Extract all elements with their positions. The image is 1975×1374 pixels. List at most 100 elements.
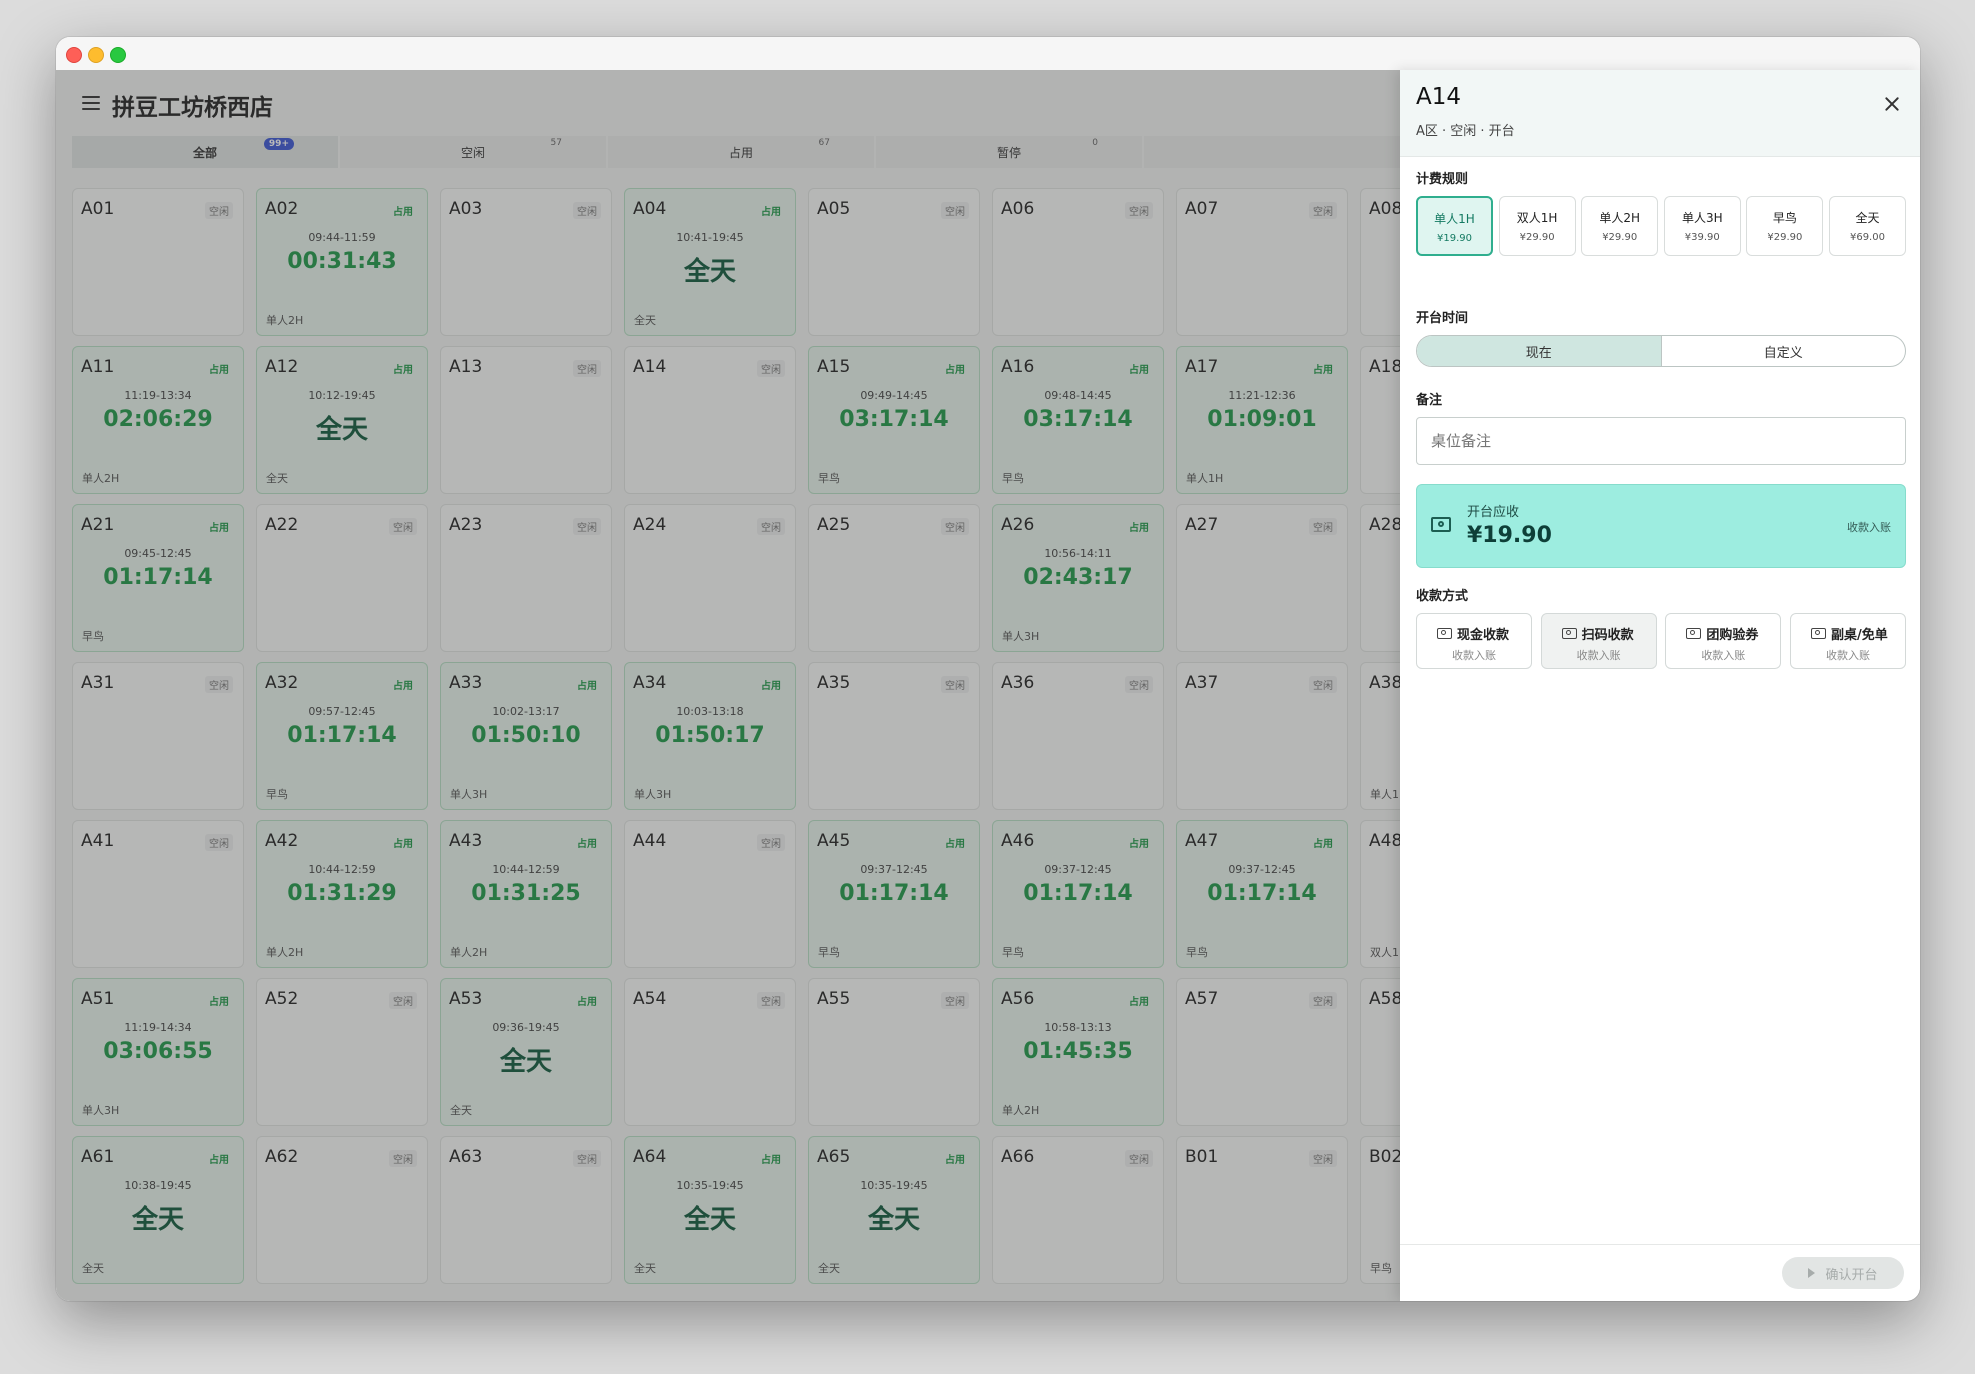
table-card[interactable]: A17 占用 11:21-12:36 01:09:01 单人1H xyxy=(1176,346,1348,494)
status-badge: 占用 xyxy=(761,681,781,692)
table-card[interactable]: A63 空闲 xyxy=(440,1136,612,1284)
remark-input[interactable] xyxy=(1416,417,1906,465)
table-card[interactable]: A27 空闲 xyxy=(1176,504,1348,652)
table-card[interactable]: A36 空闲 xyxy=(992,662,1164,810)
table-card[interactable]: A22 空闲 xyxy=(256,504,428,652)
table-card[interactable]: A42 占用 10:44-12:59 01:31:29 单人2H xyxy=(256,820,428,968)
session-duration: 全天 xyxy=(867,1205,920,1235)
table-card[interactable]: A66 空闲 xyxy=(992,1136,1164,1284)
table-card[interactable]: A28 xyxy=(1360,504,1400,652)
table-name: A41 xyxy=(81,831,115,851)
table-card[interactable]: A65 占用 10:35-19:45 全天 全天 xyxy=(808,1136,980,1284)
table-card[interactable]: A18 xyxy=(1360,346,1400,494)
voucher-payment-button[interactable]: 团购验券 收款入账 xyxy=(1665,613,1782,669)
table-card[interactable]: A21 占用 09:45-12:45 01:17:14 早鸟 xyxy=(72,504,244,652)
table-card[interactable]: A31 空闲 xyxy=(72,662,244,810)
table-card[interactable]: A06 空闲 xyxy=(992,188,1164,336)
table-card[interactable]: A41 空闲 xyxy=(72,820,244,968)
open-time-custom-button[interactable]: 自定义 xyxy=(1662,336,1906,366)
table-card[interactable]: A05 空闲 xyxy=(808,188,980,336)
open-time-now-button[interactable]: 现在 xyxy=(1417,336,1662,366)
table-card[interactable]: A45 占用 09:37-12:45 01:17:14 早鸟 xyxy=(808,820,980,968)
table-name: A16 xyxy=(1001,357,1035,377)
remark-label: 备注 xyxy=(1416,393,1443,408)
table-card[interactable]: A43 占用 10:44-12:59 01:31:25 单人2H xyxy=(440,820,612,968)
table-card[interactable]: A47 占用 09:37-12:45 01:17:14 早鸟 xyxy=(1176,820,1348,968)
table-card[interactable]: A13 空闲 xyxy=(440,346,612,494)
cash-icon xyxy=(1561,628,1577,639)
table-card[interactable]: A51 占用 11:19-14:34 03:06:55 单人3H xyxy=(72,978,244,1126)
table-card[interactable]: A34 占用 10:03-13:18 01:50:17 单人3H xyxy=(624,662,796,810)
table-card[interactable]: A44 空闲 xyxy=(624,820,796,968)
status-badge: 空闲 xyxy=(205,834,233,851)
table-card[interactable]: A26 占用 10:56-14:11 02:43:17 单人3H xyxy=(992,504,1164,652)
table-card[interactable]: A04 占用 10:41-19:45 全天 全天 xyxy=(624,188,796,336)
table-card[interactable]: A37 空闲 xyxy=(1176,662,1348,810)
session-time: 10:38-19:45 xyxy=(124,1179,192,1192)
table-card[interactable]: A54 空闲 xyxy=(624,978,796,1126)
table-card[interactable]: A07 空闲 xyxy=(1176,188,1348,336)
table-card[interactable]: A55 空闲 xyxy=(808,978,980,1126)
table-card[interactable]: A12 占用 10:12-19:45 全天 全天 xyxy=(256,346,428,494)
rule-option[interactable]: 单人2H ¥29.90 xyxy=(1581,196,1659,256)
table-card[interactable]: A11 占用 11:19-13:34 02:06:29 单人2H xyxy=(72,346,244,494)
session-time: 11:21-12:36 xyxy=(1228,389,1296,402)
table-card[interactable]: A23 空闲 xyxy=(440,504,612,652)
session-duration: 全天 xyxy=(499,1047,552,1077)
rule-option[interactable]: 单人1H ¥19.90 xyxy=(1416,196,1493,256)
table-card[interactable]: A61 占用 10:38-19:45 全天 全天 xyxy=(72,1136,244,1284)
table-card[interactable]: A53 占用 09:36-19:45 全天 全天 xyxy=(440,978,612,1126)
menu-icon[interactable] xyxy=(82,96,100,110)
table-card[interactable]: A48 双人1 xyxy=(1360,820,1400,968)
table-card[interactable]: A08 xyxy=(1360,188,1400,336)
table-name: A54 xyxy=(633,989,667,1009)
table-card[interactable]: A33 占用 10:02-13:17 01:50:10 单人3H xyxy=(440,662,612,810)
rule-option[interactable]: 单人3H ¥39.90 xyxy=(1663,196,1741,256)
tab-idle[interactable]: 空闲 57 xyxy=(340,136,606,168)
close-icon[interactable] xyxy=(1882,94,1902,114)
zoom-window-button[interactable] xyxy=(110,47,126,63)
table-name: A66 xyxy=(1001,1147,1035,1167)
tab-more[interactable] xyxy=(1144,136,1400,168)
table-card[interactable]: A15 占用 09:49-14:45 03:17:14 早鸟 xyxy=(808,346,980,494)
table-name: A43 xyxy=(449,831,483,851)
rule-option[interactable]: 早鸟 ¥29.90 xyxy=(1746,196,1824,256)
table-card[interactable]: A01 空闲 xyxy=(72,188,244,336)
tab-occupied[interactable]: 占用 67 xyxy=(608,136,874,168)
table-card[interactable]: A62 空闲 xyxy=(256,1136,428,1284)
table-card[interactable]: A25 空闲 xyxy=(808,504,980,652)
rule-option[interactable]: 全天 ¥69.00 xyxy=(1828,196,1906,256)
cash-payment-button[interactable]: 现金收款 收款入账 xyxy=(1416,613,1532,669)
table-card[interactable]: A52 空闲 xyxy=(256,978,428,1126)
table-card[interactable]: A02 占用 09:44-11:59 00:31:43 单人2H xyxy=(256,188,428,336)
rule-option[interactable]: 双人1H ¥29.90 xyxy=(1498,196,1576,256)
table-card[interactable]: A57 空闲 xyxy=(1176,978,1348,1126)
confirm-open-button[interactable]: 确认开台 xyxy=(1782,1257,1904,1289)
session-time: 09:48-14:45 xyxy=(1044,389,1112,402)
payment-hint: 收款入账 xyxy=(1576,649,1621,662)
table-card[interactable]: A38 单人1 xyxy=(1360,662,1400,810)
table-card[interactable]: A16 占用 09:48-14:45 03:17:14 早鸟 xyxy=(992,346,1164,494)
table-name: A48 xyxy=(1369,831,1400,851)
scan-payment-button[interactable]: 扫码收款 收款入账 xyxy=(1540,613,1657,669)
free-table-payment-button[interactable]: 副桌/免单 收款入账 xyxy=(1789,613,1906,669)
close-window-button[interactable] xyxy=(66,47,82,63)
table-card[interactable]: B01 空闲 xyxy=(1176,1136,1348,1284)
window-titlebar xyxy=(56,37,1920,71)
minimize-window-button[interactable] xyxy=(88,47,104,63)
table-card[interactable]: A56 占用 10:58-13:13 01:45:35 单人2H xyxy=(992,978,1164,1126)
tab-paused[interactable]: 暂停 0 xyxy=(876,136,1142,168)
table-card[interactable]: A14 空闲 xyxy=(624,346,796,494)
table-card[interactable]: A58 xyxy=(1360,978,1400,1126)
table-card[interactable]: A35 空闲 xyxy=(808,662,980,810)
table-card[interactable]: B02 早鸟 xyxy=(1360,1136,1400,1284)
table-card[interactable]: A64 占用 10:35-19:45 全天 全天 xyxy=(624,1136,796,1284)
session-duration: 03:17:14 xyxy=(1023,407,1133,432)
status-badge: 空闲 xyxy=(389,1150,417,1167)
table-card[interactable]: A46 占用 09:37-12:45 01:17:14 早鸟 xyxy=(992,820,1164,968)
table-card[interactable]: A24 空闲 xyxy=(624,504,796,652)
tab-all[interactable]: 全部 99+ xyxy=(72,136,338,168)
session-duration: 02:43:17 xyxy=(1023,565,1133,590)
table-card[interactable]: A03 空闲 xyxy=(440,188,612,336)
table-card[interactable]: A32 占用 09:57-12:45 01:17:14 早鸟 xyxy=(256,662,428,810)
